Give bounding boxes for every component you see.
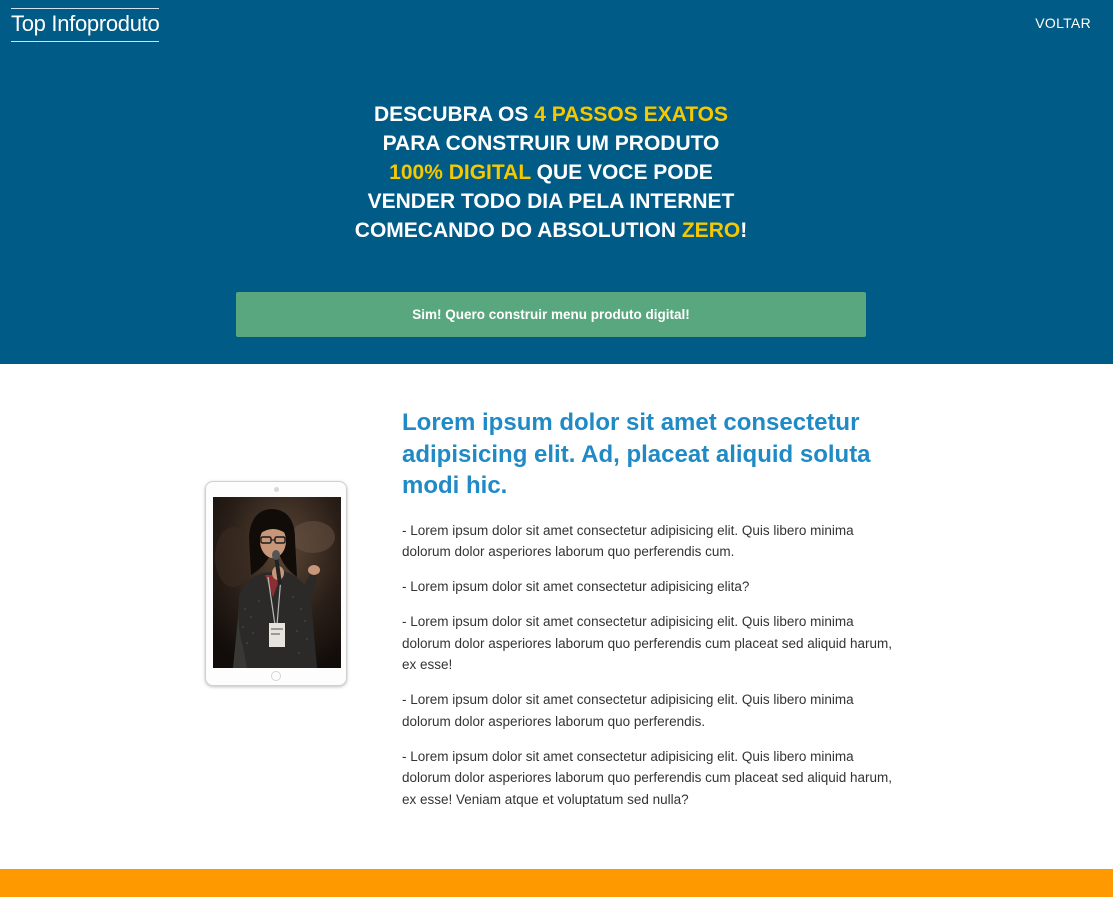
bullet-paragraph: - Lorem ipsum dolor sit amet consectetur…: [402, 614, 893, 672]
bullet-paragraph: - Lorem ipsum dolor sit amet consectetur…: [402, 748, 893, 807]
bullet-paragraph: - Lorem ipsum dolor sit amet consectetur…: [402, 692, 854, 729]
tablet-image: [205, 481, 347, 686]
main-content: Lorem ipsum dolor sit amet consectetur a…: [402, 407, 902, 824]
tablet-camera: [274, 487, 279, 492]
section-title: Lorem ipsum dolor sit amet consectetur a…: [402, 409, 871, 499]
footer-bar: [0, 869, 1113, 897]
headline-text: PARA CONSTRUIR UM PRODUTO: [382, 132, 720, 155]
hero-section: Top Infoproduto VOLTAR DESCUBRA OS 4 PAS…: [0, 0, 1113, 364]
brand-logo-link[interactable]: Top Infoproduto: [11, 8, 160, 42]
headline-text: QUE VOCE PODE: [530, 161, 713, 184]
speaker-photo: [213, 497, 341, 668]
headline-text: VENDER TODO DIA PELA INTERNET: [367, 190, 735, 213]
headline-highlight: 4 PASSOS EXATOS: [534, 103, 728, 126]
hero-headline: DESCUBRA OS 4 PASSOS EXATOS PARA CONSTRU…: [256, 100, 846, 245]
bullet-paragraph: - Lorem ipsum dolor sit amet consectetur…: [402, 522, 854, 560]
headline-text: DESCUBRA OS: [374, 103, 535, 126]
cta-button[interactable]: Sim! Quero construir menu produto digita…: [236, 292, 866, 337]
bullet-paragraph: - Lorem ipsum dolor sit amet consectetur…: [402, 579, 750, 594]
headline-highlight: ZERO: [681, 219, 741, 242]
back-link[interactable]: VOLTAR: [1035, 15, 1091, 31]
tablet-home-button: [271, 671, 281, 681]
speaker-photo-illustration: [213, 497, 341, 668]
headline-highlight: 100% DIGITAL: [389, 161, 531, 184]
headline-text: COMECANDO DO ABSOLUTION: [354, 219, 682, 242]
headline-text: !: [740, 219, 748, 242]
